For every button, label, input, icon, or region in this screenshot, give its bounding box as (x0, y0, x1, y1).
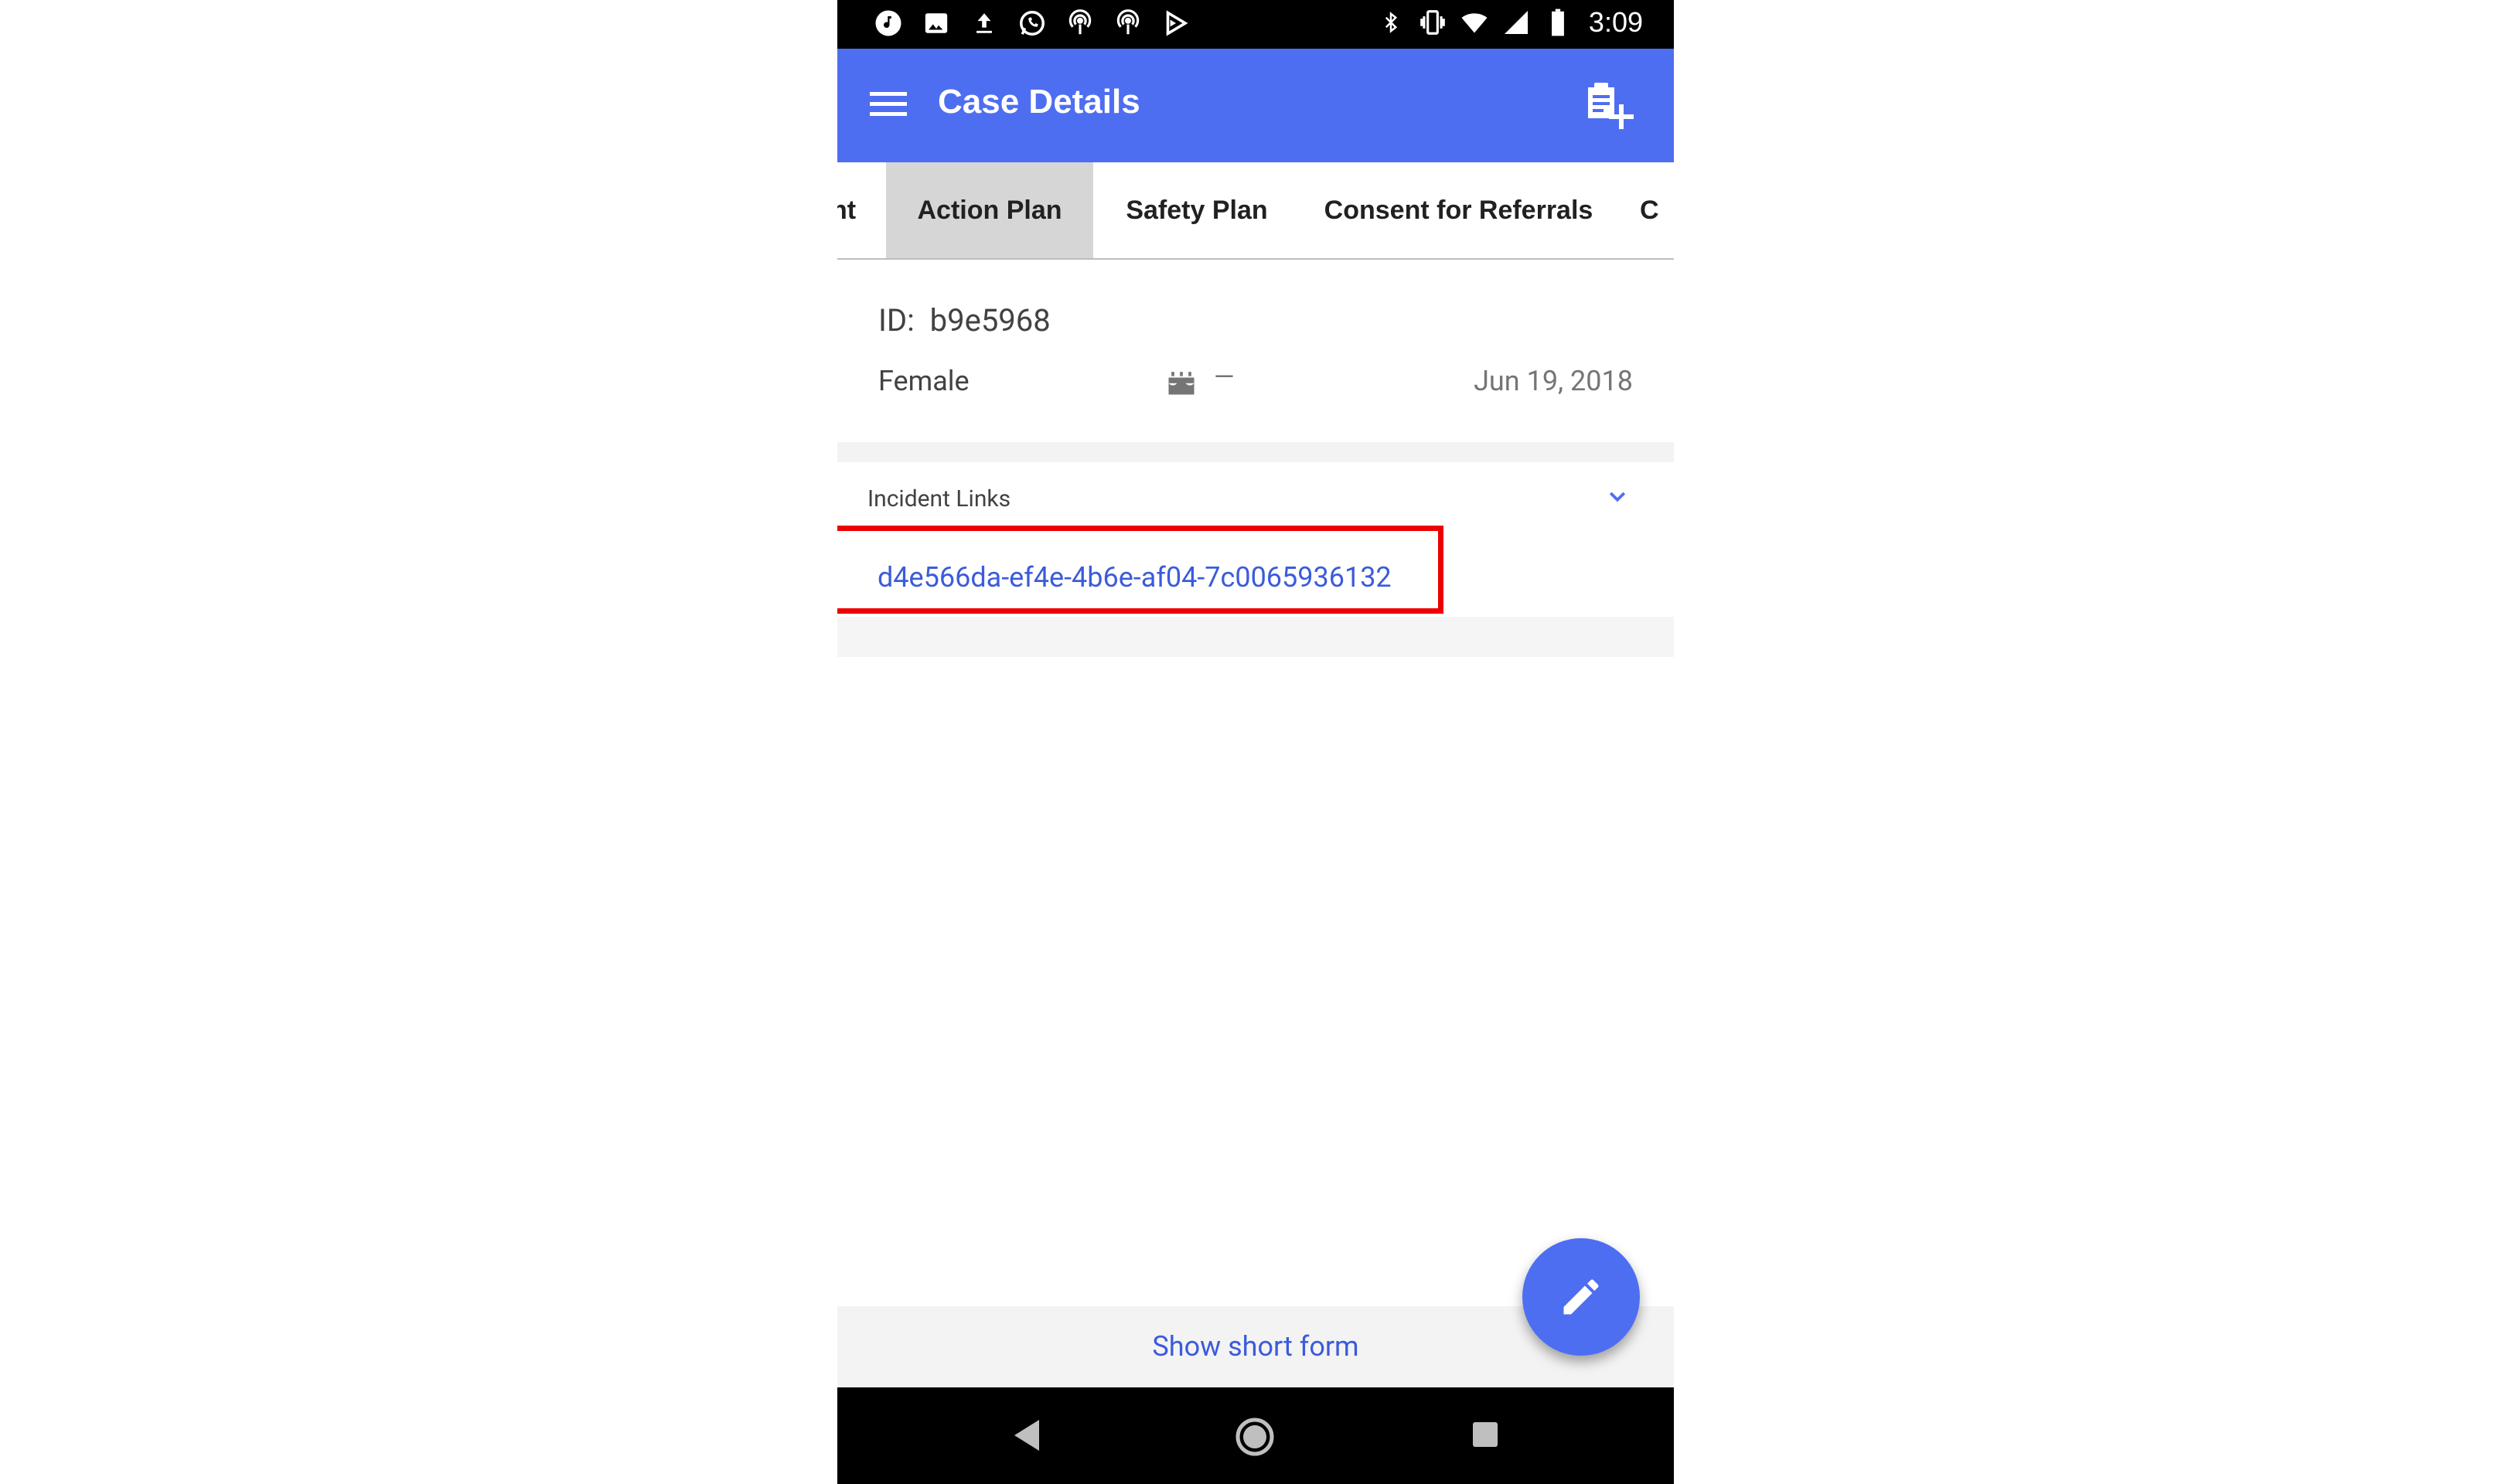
tab-partial-right[interactable]: C (1617, 162, 1674, 258)
image-icon (921, 8, 952, 39)
case-info-card: ID: b9e5968 Female — Jun 19, 2018 (837, 260, 1674, 442)
incident-links-section: Incident Links d4e566da-ef4e-4b6e-af04-7… (837, 462, 1674, 617)
tab-action-plan[interactable]: Action Plan (886, 162, 1093, 258)
status-time: 3:09 (1588, 6, 1643, 38)
section-divider (837, 617, 1674, 657)
play-store-icon (1160, 8, 1191, 39)
case-date: Jun 19, 2018 (1474, 365, 1633, 397)
recent-apps-icon[interactable] (1473, 1422, 1498, 1447)
status-bar: 3:09 (837, 0, 1674, 49)
upload-icon (969, 8, 1000, 39)
case-id-value: b9e5968 (929, 302, 1051, 339)
tab-consent-for-referrals[interactable]: Consent for Referrals (1300, 162, 1617, 258)
case-id-label: ID: (878, 302, 915, 339)
birthday-cake-icon (1164, 365, 1198, 399)
edit-fab-button[interactable] (1522, 1238, 1640, 1356)
section-divider (837, 442, 1674, 462)
podcast-icon (1065, 8, 1096, 39)
system-nav-bar (837, 1387, 1674, 1484)
bluetooth-icon (1375, 7, 1406, 38)
phone-screen: 3:09 Case Details nt Action Plan Safety … (837, 0, 1674, 1484)
home-icon[interactable] (1235, 1417, 1275, 1460)
case-gender: Female (878, 365, 970, 397)
tab-partial-left[interactable]: nt (837, 162, 859, 258)
vibrate-icon (1417, 7, 1448, 38)
case-id: ID: b9e5968 (878, 302, 1051, 339)
page-title: Case Details (938, 83, 1140, 121)
incident-link[interactable]: d4e566da-ef4e-4b6e-af04-7c0065936132 (878, 561, 1392, 594)
back-icon[interactable] (1011, 1418, 1042, 1455)
incident-links-label: Incident Links (867, 485, 1011, 512)
chevron-down-icon[interactable] (1604, 485, 1631, 509)
whatsapp-icon (1017, 8, 1048, 39)
signal-icon (1501, 7, 1532, 38)
pencil-icon (1563, 1279, 1599, 1315)
podcast-icon (1113, 8, 1143, 39)
wifi-icon (1459, 7, 1490, 38)
app-bar: Case Details (837, 49, 1674, 162)
menu-icon[interactable] (870, 86, 913, 126)
add-form-icon[interactable] (1585, 80, 1639, 131)
tab-bar: nt Action Plan Safety Plan Consent for R… (837, 162, 1674, 260)
music-note-icon (873, 8, 904, 39)
birthday-value: — (1214, 362, 1235, 393)
tab-safety-plan[interactable]: Safety Plan (1093, 162, 1300, 258)
battery-icon (1542, 7, 1573, 38)
